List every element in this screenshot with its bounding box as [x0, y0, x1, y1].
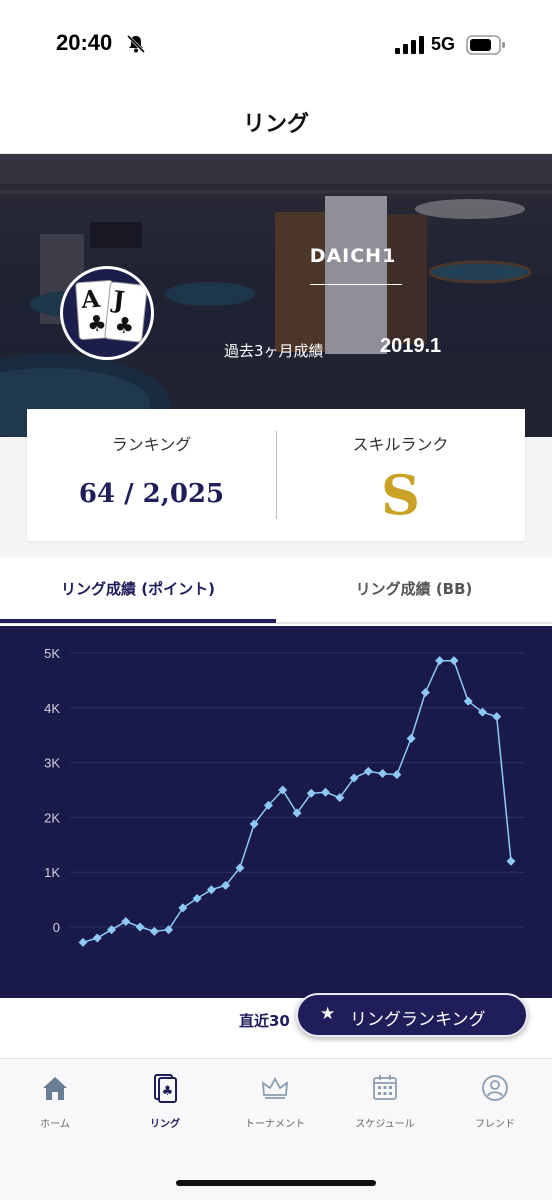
signal-icon [395, 36, 424, 54]
nav-label: リング [150, 1119, 180, 1130]
nav-schedule[interactable]: スケジュール [330, 1073, 440, 1143]
data-point [449, 656, 459, 666]
battery-icon [466, 35, 505, 55]
data-point [321, 787, 331, 797]
data-point [206, 885, 216, 895]
status-time: 20:40 [56, 30, 113, 55]
data-point [435, 656, 445, 666]
skill-rank-label: スキルランク [352, 435, 449, 454]
data-point [192, 894, 202, 904]
nav-ring[interactable]: ♣ リング [110, 1073, 220, 1143]
period-label: 過去3ヶ月成績 [224, 342, 324, 360]
data-point [392, 770, 402, 780]
y-tick-label: 4K [44, 701, 60, 716]
network-label: 5G [431, 34, 456, 54]
svg-text:♣: ♣ [162, 1084, 174, 1099]
data-point [406, 733, 416, 743]
player-name: DAICH1 [309, 245, 397, 267]
home-indicator [176, 1180, 376, 1186]
page-title: リング [242, 111, 309, 137]
calendar-icon [373, 1075, 397, 1100]
nav-tournament[interactable]: トーナメント [220, 1073, 330, 1143]
status-bar: 20:40 5G [0, 0, 552, 86]
y-tick-label: 0 [53, 920, 60, 935]
data-point [378, 769, 388, 779]
bell-muted-icon [126, 34, 146, 54]
recent-label: 直近30 [239, 1012, 290, 1030]
club-card-icon: ♣ [154, 1074, 177, 1103]
ring-ranking-label: リングランキング [350, 1010, 486, 1030]
data-point [135, 922, 145, 932]
person-icon [482, 1075, 508, 1101]
nav-home[interactable]: ホーム [0, 1073, 110, 1143]
y-tick-label: 2K [44, 810, 60, 825]
nav-label: スケジュール [355, 1119, 415, 1130]
crown-icon [261, 1077, 289, 1099]
card-rank: J [111, 284, 127, 315]
ranking-label: ランキング [111, 435, 192, 454]
data-point [506, 856, 516, 866]
data-point [178, 903, 188, 913]
star-icon: ★ [320, 1004, 336, 1024]
nav-label: ホーム [40, 1119, 70, 1130]
active-tab-indicator [0, 619, 276, 623]
data-point [363, 766, 373, 776]
tab-ring-points[interactable]: リング成績 (ポイント) [0, 578, 276, 599]
data-point [149, 926, 159, 936]
tab-ring-bb[interactable]: リング成績 (BB) [276, 578, 552, 599]
ring-points-chart: 5K 4K 3K 2K 1K 0 [0, 626, 552, 998]
y-tick-label: 1K [44, 865, 60, 880]
y-tick-label: 3K [44, 756, 60, 771]
stats-tabs: リング成績 (ポイント) リング成績 (BB) [0, 560, 552, 624]
nav-label: トーナメント [245, 1119, 305, 1130]
ranking-value: 64 / 2,025 [78, 479, 225, 509]
ring-ranking-button[interactable]: ★ リングランキング [296, 993, 528, 1037]
series-line [82, 659, 512, 944]
line-chart: 5K 4K 3K 2K 1K 0 [44, 646, 525, 947]
nav-label: フレンド [475, 1119, 515, 1130]
playing-card-jack: J ♣ [104, 281, 148, 343]
period-value: 2019.1 [380, 335, 442, 357]
skill-rank-value: S [381, 463, 420, 527]
data-point [78, 937, 88, 947]
home-icon [43, 1077, 67, 1100]
card-rank: A [80, 283, 101, 314]
y-tick-label: 5K [44, 646, 60, 661]
app-header: リング [0, 86, 552, 154]
name-divider [310, 284, 402, 285]
nav-friends[interactable]: フレンド [440, 1073, 550, 1143]
avatar: A ♣ J ♣ [60, 266, 154, 360]
data-point [92, 933, 102, 943]
stats-card: ランキング 64 / 2,025 スキルランク S [27, 409, 525, 541]
data-point [492, 712, 502, 722]
data-point [420, 687, 430, 697]
club-suit-icon: ♣ [113, 312, 136, 340]
data-point [121, 917, 131, 927]
bottom-nav: ホーム ♣ リング トーナメント スケジュール フレンド [0, 1058, 552, 1200]
